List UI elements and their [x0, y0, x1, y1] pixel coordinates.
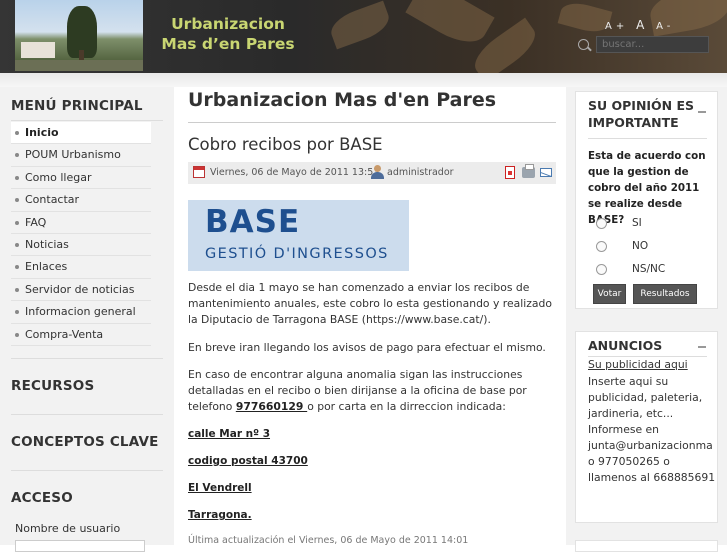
poll-option-label: SI — [632, 217, 642, 229]
site-title-line2: Mas d’en Pares — [161, 35, 295, 53]
pdf-icon[interactable] — [505, 166, 515, 179]
ads-link[interactable]: Su publicidad aqui — [588, 358, 688, 371]
radio-button[interactable] — [596, 241, 607, 252]
collapse-icon[interactable] — [698, 111, 706, 113]
concepts-heading[interactable]: CONCEPTOS CLAVE — [11, 434, 159, 450]
resources-heading[interactable]: RECURSOS — [11, 378, 94, 394]
author-icon — [371, 165, 384, 179]
menu-item-faq[interactable]: FAQ — [11, 212, 151, 234]
poll-option-label: NS/NC — [632, 263, 666, 275]
username-field[interactable] — [15, 540, 145, 552]
address-line: codigo postal 43700 — [188, 455, 308, 467]
base-logo-image: BASE GESTIÓ D'INGRESSOS — [188, 200, 409, 271]
radio-button[interactable] — [596, 218, 607, 229]
title-divider — [188, 122, 556, 123]
font-size-tools: A+ A A- — [605, 18, 674, 32]
poll-heading-line1: SU OPINIÓN ES — [588, 98, 695, 113]
ads-body: Inserte aqui su publicidad, paleteria, j… — [588, 375, 716, 484]
article-paragraph: Desde el dia 1 mayo se han comenzado a e… — [188, 281, 552, 326]
access-heading: ACCESO — [11, 490, 73, 506]
font-increase-button[interactable]: A+ — [605, 21, 628, 32]
radio-button[interactable] — [596, 264, 607, 275]
site-title[interactable]: Urbanizacion Mas d’en Pares — [143, 14, 313, 54]
article-paragraph: En caso de encontrar alguna anomalia sig… — [188, 367, 556, 415]
divider — [11, 358, 163, 359]
article-paragraph: En breve iran llegando los avisos de pag… — [188, 341, 546, 354]
last-update-text: Última actualización el Viernes, 06 de M… — [188, 535, 469, 546]
site-logo-photo[interactable] — [15, 0, 143, 71]
header-shadow-bar — [0, 73, 727, 87]
address-line: calle Mar nº 3 — [188, 428, 271, 440]
phone-link[interactable]: 977660129 — [236, 400, 307, 413]
font-reset-button[interactable]: A — [636, 18, 648, 32]
calendar-icon — [193, 166, 205, 178]
house-shape — [21, 42, 55, 58]
divider — [588, 138, 707, 139]
main-menu-heading: MENÚ PRINCIPAL — [11, 98, 143, 114]
ads-module: ANUNCIOS Su publicidad aqui Inserte aqui… — [575, 331, 718, 523]
ads-heading: ANUNCIOS — [588, 338, 663, 353]
menu-item-compra-venta[interactable]: Compra-Venta — [11, 324, 151, 346]
collapse-icon[interactable] — [698, 346, 706, 348]
paragraph-text: o por carta en la dirreccion indicada: — [307, 400, 506, 413]
divider — [588, 356, 707, 357]
article-date: Viernes, 06 de Mayo de 2011 13:53 — [210, 167, 380, 178]
decorative-leaf — [405, 0, 495, 53]
menu-item-inicio[interactable]: Inicio — [11, 122, 151, 145]
poll-module: SU OPINIÓN ES IMPORTANTE Esta de acuerdo… — [575, 91, 718, 309]
menu-item-informacion-general[interactable]: Informacion general — [11, 301, 151, 324]
vote-button[interactable]: Votar — [593, 284, 626, 304]
poll-option-label: NO — [632, 240, 649, 252]
results-button[interactable]: Resultados — [633, 284, 697, 304]
menu-item-contactar[interactable]: Contactar — [11, 189, 151, 212]
search-input[interactable] — [596, 36, 709, 53]
username-label: Nombre de usuario — [15, 522, 121, 535]
poll-question: Esta de acuerdo con que la gestion de co… — [588, 150, 706, 226]
article-title[interactable]: Cobro recibos por BASE — [188, 135, 383, 154]
poll-heading-line2: IMPORTANTE — [588, 115, 679, 130]
email-icon[interactable] — [540, 168, 552, 177]
page-title: Urbanizacion Mas d'en Pares — [188, 89, 497, 111]
base-logo-subtitle: GESTIÓ D'INGRESSOS — [205, 246, 389, 262]
site-header: Urbanizacion Mas d’en Pares A+ A A- — [0, 0, 727, 73]
main-menu: Inicio POUM Urbanismo Como llegar Contac… — [11, 122, 151, 346]
print-icon[interactable] — [522, 164, 535, 178]
site-title-line1: Urbanizacion — [171, 15, 285, 33]
search-icon — [578, 39, 589, 50]
base-logo-word: BASE — [205, 204, 301, 240]
article-meta-bar: Viernes, 06 de Mayo de 2011 13:53 admini… — [188, 162, 556, 184]
menu-item-servidor-de-noticias[interactable]: Servidor de noticias — [11, 279, 151, 302]
address-line: Tarragona. — [188, 509, 252, 521]
sidebar-module — [575, 540, 718, 552]
poll-heading: SU OPINIÓN ES IMPORTANTE — [588, 97, 694, 131]
divider — [11, 120, 163, 121]
menu-item-como-llegar[interactable]: Como llegar — [11, 167, 151, 190]
menu-item-enlaces[interactable]: Enlaces — [11, 256, 151, 279]
divider — [11, 414, 163, 415]
menu-item-noticias[interactable]: Noticias — [11, 234, 151, 257]
divider — [11, 470, 163, 471]
decorative-leaf — [326, 0, 394, 50]
font-decrease-button[interactable]: A- — [656, 21, 674, 32]
address-line: El Vendrell — [188, 482, 252, 494]
article-author: administrador — [387, 167, 454, 178]
menu-item-poum-urbanismo[interactable]: POUM Urbanismo — [11, 144, 151, 167]
ground-shape — [15, 60, 143, 71]
